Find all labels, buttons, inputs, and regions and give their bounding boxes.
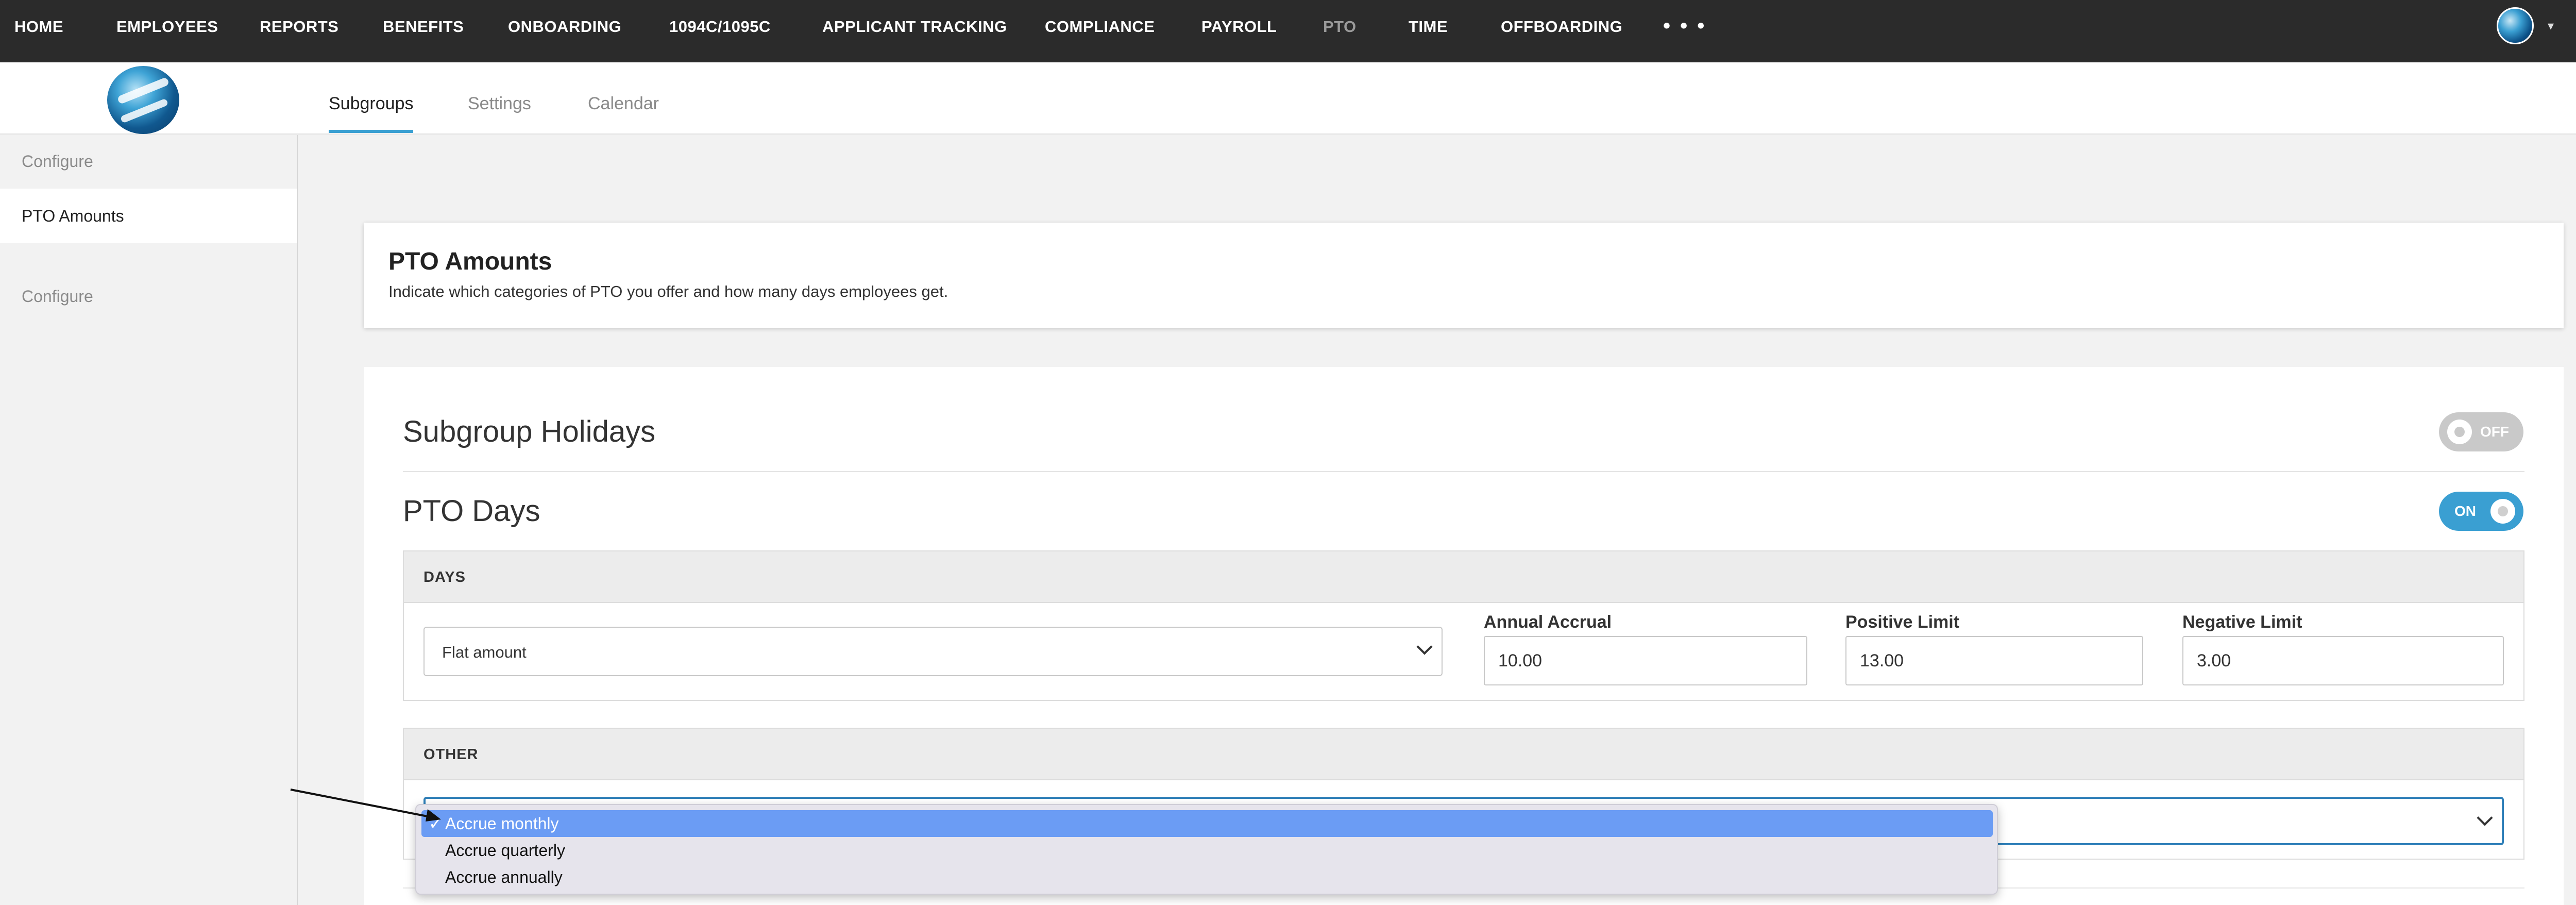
option-label: Accrue annually <box>445 868 563 886</box>
positive-limit-input[interactable]: 13.00 <box>1845 636 2143 685</box>
chevron-down-icon <box>2477 810 2493 826</box>
option-accrue-annually[interactable]: Accrue annually <box>421 864 1993 891</box>
sidebar: Configure <box>0 135 298 905</box>
positive-limit-label: Positive Limit <box>1845 612 1960 632</box>
nav-pto[interactable]: PTO <box>1323 18 1357 36</box>
nav-applicant-tracking[interactable]: APPLICANT TRACKING <box>822 18 1007 36</box>
top-navigation-bar: HOME EMPLOYEES REPORTS BENEFITS ONBOARDI… <box>0 0 2576 62</box>
tab-calendar[interactable]: Calendar <box>588 94 659 114</box>
nav-compliance[interactable]: COMPLIANCE <box>1045 18 1155 36</box>
page-title: PTO Amounts <box>388 248 552 275</box>
tab-settings[interactable]: Settings <box>468 94 531 114</box>
option-label: Accrue quarterly <box>445 841 565 860</box>
chevron-down-icon <box>1416 639 1433 655</box>
days-heading: DAYS <box>423 569 466 585</box>
toggle-knob <box>2490 499 2515 524</box>
section-divider <box>403 471 2524 472</box>
intro-card: PTO Amounts Indicate which categories of… <box>364 223 2564 328</box>
pto-days-toggle[interactable]: ON <box>2439 492 2523 531</box>
negative-limit-input[interactable]: 3.00 <box>2182 636 2504 685</box>
toggle-state-label: OFF <box>2480 424 2509 440</box>
other-heading: OTHER <box>423 746 479 763</box>
accrual-method-select[interactable]: Flat amount <box>423 627 1443 676</box>
tab-subgroups[interactable]: Subgroups <box>329 94 413 114</box>
company-logo <box>107 66 179 134</box>
accrual-frequency-dropdown: ✓ Accrue monthly Accrue quarterly Accrue… <box>415 804 1998 895</box>
nav-onboarding[interactable]: ONBOARDING <box>508 18 621 36</box>
nav-offboarding[interactable]: OFFBOARDING <box>1501 18 1622 36</box>
chevron-down-icon[interactable]: ▾ <box>2548 19 2554 33</box>
option-accrue-monthly[interactable]: ✓ Accrue monthly <box>421 810 1993 837</box>
subgroup-holidays-toggle[interactable]: OFF <box>2439 412 2523 451</box>
subgroup-holidays-title: Subgroup Holidays <box>403 415 656 448</box>
nav-payroll[interactable]: PAYROLL <box>1201 18 1277 36</box>
nav-home[interactable]: HOME <box>14 18 63 36</box>
nav-1094c-1095c[interactable]: 1094C/1095C <box>669 18 771 36</box>
option-label: Accrue monthly <box>445 814 559 833</box>
active-tab-indicator <box>329 130 413 133</box>
toggle-knob <box>2447 420 2472 444</box>
other-panel-header: OTHER <box>404 729 2523 780</box>
nav-benefits[interactable]: BENEFITS <box>383 18 464 36</box>
pto-days-title: PTO Days <box>403 494 540 528</box>
sidebar-item-configure[interactable]: Configure <box>0 134 297 189</box>
sidebar-item-pto-amounts[interactable]: PTO Amounts <box>0 189 297 243</box>
annotation-arrow-icon <box>290 789 441 822</box>
nav-reports[interactable]: REPORTS <box>260 18 338 36</box>
accrual-method-value: Flat amount <box>442 643 527 661</box>
page-subtitle: Indicate which categories of PTO you off… <box>388 282 948 300</box>
option-accrue-quarterly[interactable]: Accrue quarterly <box>421 837 1993 864</box>
nav-employees[interactable]: EMPLOYEES <box>116 18 218 36</box>
negative-limit-label: Negative Limit <box>2182 612 2302 632</box>
annual-accrual-label: Annual Accrual <box>1484 612 1612 632</box>
days-panel-header: DAYS <box>404 551 2523 603</box>
sidebar-item-configure[interactable]: Configure <box>0 269 297 324</box>
days-panel: DAYS Flat amount Annual Accrual 10.00 Po… <box>403 550 2524 701</box>
user-avatar[interactable] <box>2497 7 2534 44</box>
more-menu-icon[interactable]: • • • <box>1663 14 1706 38</box>
toggle-state-label: ON <box>2454 503 2476 519</box>
annual-accrual-input[interactable]: 10.00 <box>1484 636 1807 685</box>
nav-time[interactable]: TIME <box>1409 18 1448 36</box>
